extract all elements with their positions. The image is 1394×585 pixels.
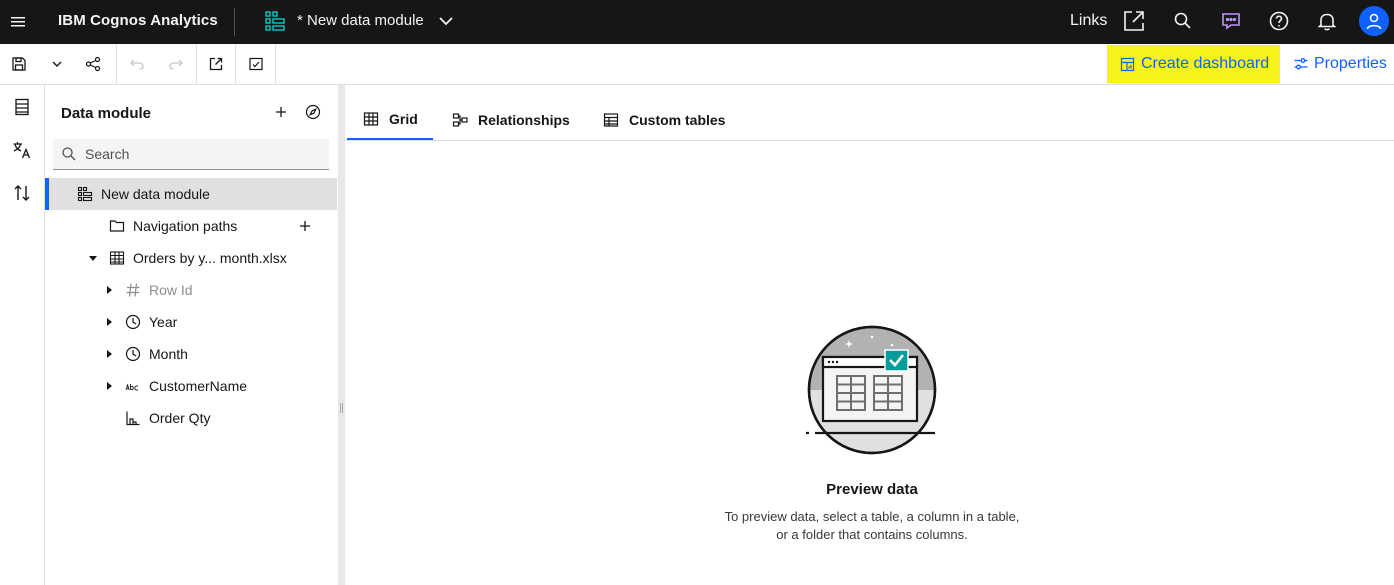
toolbar-divider <box>275 44 276 84</box>
grid-icon <box>363 112 379 126</box>
dashboard-icon <box>1120 57 1135 71</box>
preview-data-illustration-icon <box>806 325 938 457</box>
tree-item-label: Orders by y... month.xlsx <box>133 250 287 266</box>
validate-icon[interactable] <box>245 44 267 84</box>
search-icon <box>62 147 76 161</box>
tree-item-order-qty[interactable]: Order Qty <box>45 402 337 434</box>
tree-item-label: Year <box>149 314 178 330</box>
tree-item-month[interactable]: Month <box>45 338 337 370</box>
compass-icon[interactable] <box>305 104 321 120</box>
tree-item-orders-table[interactable]: Orders by y... month.xlsx <box>45 242 337 274</box>
tree-item-label: CustomerName <box>149 378 248 394</box>
sliders-icon <box>1294 58 1308 70</box>
tree-item-year[interactable]: Year <box>45 306 337 338</box>
clock-icon <box>125 346 141 362</box>
data-module-icon <box>77 186 93 202</box>
module-title[interactable]: * New data module <box>297 0 424 44</box>
header-divider <box>234 8 235 36</box>
tab-label: Grid <box>389 111 418 127</box>
save-options-chevron-icon[interactable] <box>46 44 68 84</box>
toolbar-divider <box>235 44 236 84</box>
create-dashboard-label: Create dashboard <box>1141 55 1270 72</box>
caret-right-icon[interactable] <box>105 318 113 326</box>
chat-assistant-icon[interactable] <box>1220 10 1242 32</box>
main-content: Grid Relationships Custom tables Preview… <box>345 85 1394 585</box>
open-external-icon[interactable] <box>205 44 227 84</box>
hash-icon <box>126 283 140 297</box>
chevron-down-icon[interactable] <box>436 11 456 31</box>
save-icon[interactable] <box>8 44 30 84</box>
add-icon[interactable] <box>273 104 289 120</box>
caret-right-icon[interactable] <box>105 382 113 390</box>
top-bar: IBM Cognos Analytics * New data module L… <box>0 0 1394 44</box>
search-box <box>53 139 329 170</box>
links-label[interactable]: Links <box>1070 0 1107 44</box>
tab-label: Custom tables <box>629 112 726 128</box>
notification-bell-icon[interactable] <box>1316 10 1338 32</box>
tab-grid[interactable]: Grid <box>347 100 433 140</box>
tab-custom-tables[interactable]: Custom tables <box>603 100 725 140</box>
search-input[interactable] <box>85 139 321 169</box>
properties-button[interactable]: Properties <box>1293 44 1387 84</box>
caret-right-icon[interactable] <box>105 286 113 294</box>
data-module-panel: Data module New data module Navigation p… <box>45 85 338 585</box>
redo-icon[interactable] <box>165 44 187 84</box>
tree-item-new-data-module[interactable]: New data module <box>45 178 337 210</box>
preview-description: To preview data, select a table, a colum… <box>724 509 1020 542</box>
create-dashboard-button[interactable]: Create dashboard <box>1107 45 1280 83</box>
tree-item-label: Order Qty <box>149 410 211 426</box>
user-avatar-icon[interactable] <box>1359 6 1389 36</box>
preview-title: Preview data <box>826 481 918 498</box>
app-brand[interactable]: IBM Cognos Analytics <box>58 0 218 44</box>
table-icon <box>109 251 125 265</box>
toolbar: Create dashboard Properties <box>0 44 1394 85</box>
view-tabs: Grid Relationships Custom tables <box>345 100 1394 141</box>
abc-icon <box>125 383 139 391</box>
launch-icon[interactable] <box>1122 9 1146 33</box>
sort-arrows-icon[interactable] <box>8 179 36 207</box>
clock-icon <box>125 314 141 330</box>
relationships-icon <box>452 113 468 127</box>
caret-right-icon[interactable] <box>105 350 113 358</box>
toolbar-divider <box>116 44 117 84</box>
translate-icon[interactable] <box>8 136 36 164</box>
properties-label: Properties <box>1314 55 1387 72</box>
tree-item-label: Row Id <box>149 282 193 298</box>
left-rail <box>0 85 45 585</box>
tree-item-navigation-paths[interactable]: Navigation paths <box>45 210 337 242</box>
panel-title: Data module <box>61 105 152 122</box>
tree-item-label: Month <box>149 346 188 362</box>
tab-label: Relationships <box>478 112 570 128</box>
search-icon[interactable] <box>1172 10 1194 32</box>
custom-table-icon <box>603 113 619 127</box>
toolbar-divider <box>196 44 197 84</box>
tree-item-customer-name[interactable]: CustomerName <box>45 370 337 402</box>
tree-item-label: Navigation paths <box>133 218 238 234</box>
folder-icon <box>109 220 125 232</box>
panel-resize-handle[interactable] <box>338 85 345 585</box>
measure-icon <box>126 411 140 426</box>
share-icon[interactable] <box>82 44 104 84</box>
hamburger-menu-icon[interactable] <box>0 0 36 44</box>
data-module-icon <box>264 10 286 32</box>
tree-item-row-id[interactable]: Row Id <box>45 274 337 306</box>
tree-item-label: New data module <box>101 186 210 202</box>
undo-icon[interactable] <box>126 44 148 84</box>
add-navigation-path-icon[interactable] <box>298 219 312 233</box>
help-icon[interactable] <box>1268 10 1290 32</box>
tab-relationships[interactable]: Relationships <box>452 100 570 140</box>
resize-grip <box>340 403 343 413</box>
data-sources-icon[interactable] <box>8 93 36 121</box>
caret-down-icon[interactable] <box>89 254 97 262</box>
